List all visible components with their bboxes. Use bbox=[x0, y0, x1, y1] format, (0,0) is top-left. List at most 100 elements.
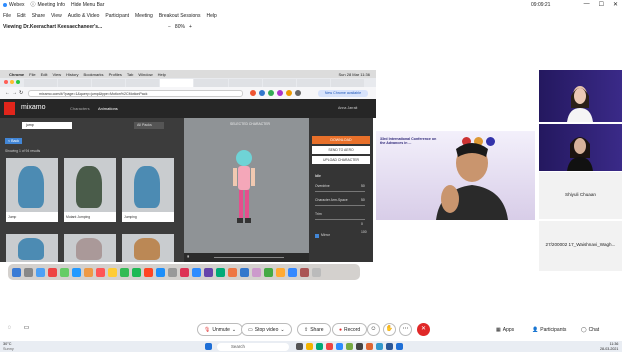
layout-icon[interactable]: ◌ bbox=[3, 323, 16, 336]
more-icon[interactable]: ⋯ bbox=[399, 323, 412, 336]
participant-tile[interactable]: Shiyuli Chuaan bbox=[539, 172, 622, 219]
participants-button[interactable]: 👤 Participants bbox=[526, 323, 573, 336]
browser-tab[interactable] bbox=[24, 79, 58, 87]
taskbar-search[interactable]: Search bbox=[217, 343, 289, 351]
arm-space-slider[interactable] bbox=[315, 205, 365, 206]
back-icon[interactable]: ← bbox=[5, 90, 10, 96]
reload-icon[interactable]: ↻ bbox=[19, 90, 23, 96]
chat-bubble-icon[interactable]: ▭ bbox=[20, 323, 33, 336]
task-view-icon[interactable] bbox=[296, 343, 303, 350]
zoom-level[interactable]: 80% bbox=[175, 24, 185, 30]
mirror-checkbox[interactable] bbox=[315, 234, 319, 238]
participant-tile[interactable] bbox=[539, 70, 622, 122]
app-icon[interactable] bbox=[228, 267, 237, 277]
share-button[interactable]: ⇪ Share bbox=[297, 323, 331, 336]
menu-share[interactable]: Share bbox=[32, 13, 45, 19]
app-icon[interactable] bbox=[366, 343, 373, 350]
browser-tab[interactable] bbox=[262, 79, 296, 87]
back-button[interactable]: < Back bbox=[5, 138, 23, 144]
safari-icon[interactable] bbox=[36, 267, 45, 277]
address-input[interactable]: mixamo.com/#/?page=1&query=jump&type=Mot… bbox=[28, 90, 243, 97]
leave-meeting-button[interactable]: ✕ bbox=[417, 323, 430, 336]
music-icon[interactable] bbox=[144, 267, 153, 277]
trash-icon[interactable] bbox=[312, 267, 321, 277]
search-input[interactable]: jump bbox=[22, 122, 72, 129]
pack-filter-select[interactable]: All Packs bbox=[134, 122, 164, 129]
calendar-icon[interactable] bbox=[96, 267, 105, 277]
app-icon[interactable] bbox=[356, 343, 363, 350]
app-icon[interactable] bbox=[252, 267, 261, 277]
tab-characters[interactable]: Characters bbox=[70, 106, 90, 111]
app-icon[interactable] bbox=[180, 267, 189, 277]
unmute-button[interactable]: 🎙 Unmute ⌄ bbox=[197, 323, 244, 336]
participant-tile[interactable]: 27/200002 17_Waishnavi_Wagh... bbox=[539, 221, 622, 271]
system-clock[interactable]: 11:36 28-03-2021 bbox=[600, 342, 618, 351]
animation-card[interactable]: Jumping bbox=[122, 158, 174, 222]
app-icon[interactable] bbox=[216, 267, 225, 277]
animation-card[interactable]: Mutant Jumping bbox=[64, 158, 116, 222]
facetime-icon[interactable] bbox=[120, 267, 129, 277]
chrome-icon[interactable] bbox=[48, 267, 57, 277]
browser-tab[interactable] bbox=[228, 79, 262, 87]
hide-menu-bar-button[interactable]: Hide Menu Bar bbox=[71, 2, 104, 8]
browser-tab[interactable] bbox=[296, 79, 330, 87]
send-to-aero-button[interactable]: SEND TO AERO bbox=[312, 146, 370, 154]
menu-view[interactable]: View bbox=[51, 13, 62, 19]
forward-icon[interactable]: → bbox=[12, 90, 17, 96]
launchpad-icon[interactable] bbox=[24, 267, 33, 277]
chrome-update-button[interactable]: New Chrome available bbox=[318, 90, 368, 97]
app-icon[interactable] bbox=[240, 267, 249, 277]
animation-card[interactable] bbox=[122, 234, 174, 262]
webex-icon[interactable] bbox=[396, 343, 403, 350]
notes-icon[interactable] bbox=[108, 267, 117, 277]
extension-icon[interactable] bbox=[259, 90, 265, 96]
app-icon[interactable] bbox=[288, 267, 297, 277]
menu-file[interactable]: File bbox=[3, 13, 11, 19]
close-icon[interactable]: ✕ bbox=[613, 1, 618, 8]
chat-button[interactable]: ◯ Chat bbox=[575, 323, 606, 336]
animation-card[interactable] bbox=[64, 234, 116, 262]
tab-animations[interactable]: Animations bbox=[98, 106, 118, 111]
browser-tab[interactable] bbox=[330, 79, 364, 87]
upload-character-button[interactable]: UPLOAD CHARACTER bbox=[312, 156, 370, 164]
participant-tile[interactable] bbox=[539, 124, 622, 171]
extension-icon[interactable] bbox=[295, 90, 301, 96]
browser-tab[interactable] bbox=[92, 79, 126, 87]
app-icon[interactable] bbox=[346, 343, 353, 350]
active-speaker-video[interactable]: 33rd International Conference on the Adv… bbox=[376, 131, 535, 220]
mail-icon[interactable] bbox=[72, 267, 81, 277]
download-button[interactable]: DOWNLOAD bbox=[312, 136, 370, 144]
app-tab[interactable]: Webex bbox=[3, 2, 24, 8]
file-explorer-icon[interactable] bbox=[306, 343, 313, 350]
menu-breakout[interactable]: Breakout Sessions bbox=[159, 13, 201, 19]
menu-edit[interactable]: Edit bbox=[17, 13, 26, 19]
menu-help[interactable]: Help bbox=[207, 13, 217, 19]
trim-slider[interactable] bbox=[315, 219, 365, 220]
record-button[interactable]: ● Record bbox=[332, 323, 368, 336]
menu-participant[interactable]: Participant bbox=[105, 13, 129, 19]
photos-icon[interactable] bbox=[84, 267, 93, 277]
line-icon[interactable] bbox=[132, 267, 141, 277]
zoom-in-icon[interactable]: + bbox=[189, 24, 192, 30]
settings-icon[interactable] bbox=[168, 267, 177, 277]
app-icon[interactable] bbox=[204, 267, 213, 277]
minimize-icon[interactable]: — bbox=[584, 1, 590, 8]
overdrive-slider[interactable] bbox=[315, 191, 365, 192]
app-icon[interactable] bbox=[300, 267, 309, 277]
pause-icon[interactable]: ⏸ bbox=[187, 254, 190, 260]
animation-card[interactable]: Jump bbox=[6, 158, 58, 222]
raise-hand-icon[interactable]: ✋ bbox=[383, 323, 396, 336]
windows-start-icon[interactable] bbox=[205, 343, 212, 350]
menu-meeting[interactable]: Meeting bbox=[135, 13, 153, 19]
menu-audio-video[interactable]: Audio & Video bbox=[68, 13, 100, 19]
edge-icon[interactable] bbox=[316, 343, 323, 350]
extension-icon[interactable] bbox=[286, 90, 292, 96]
weather-widget[interactable]: 30°C Sunny bbox=[3, 342, 14, 351]
browser-tab[interactable] bbox=[194, 79, 228, 87]
timeline-slider[interactable] bbox=[214, 257, 284, 258]
extension-icon[interactable] bbox=[277, 90, 283, 96]
word-icon[interactable] bbox=[386, 343, 393, 350]
browser-tab-active[interactable] bbox=[160, 79, 194, 87]
extension-icon[interactable] bbox=[268, 90, 274, 96]
finder-icon[interactable] bbox=[12, 267, 21, 277]
